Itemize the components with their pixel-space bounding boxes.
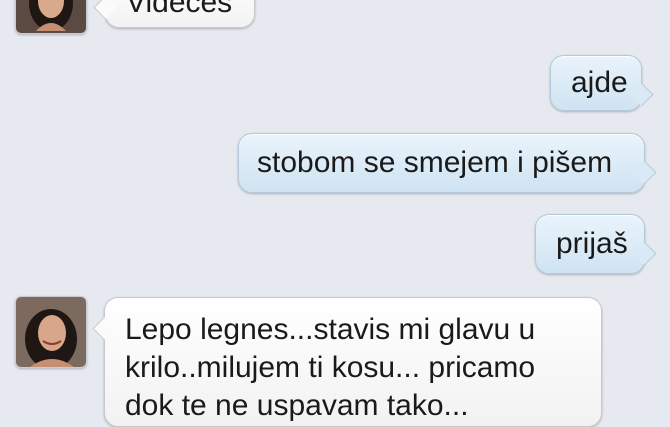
message-text: prijaš [556, 227, 628, 260]
message-thread[interactable]: Videćeš ajde stobom se smejem i pišem pr… [0, 0, 670, 427]
message-bubble-outgoing[interactable]: prijaš [535, 214, 657, 274]
message-bubble-outgoing[interactable]: stobom se smejem i pišem [238, 133, 657, 193]
message-bubble-incoming[interactable]: Videćeš [93, 0, 255, 28]
message-text: Videćeš [126, 0, 233, 19]
message-text: stobom se smejem i pišem [257, 146, 613, 179]
contact-avatar[interactable] [15, 0, 87, 34]
message-text: Lepo legnes...stavis mi glavu u krilo..m… [125, 313, 536, 422]
message-bubble-outgoing[interactable]: ajde [550, 55, 654, 111]
contact-avatar[interactable] [15, 296, 87, 368]
message-bubble-incoming[interactable]: Lepo legnes...stavis mi glavu u krilo..m… [92, 297, 602, 427]
contact-photo [16, 0, 86, 33]
contact-photo [16, 297, 86, 367]
